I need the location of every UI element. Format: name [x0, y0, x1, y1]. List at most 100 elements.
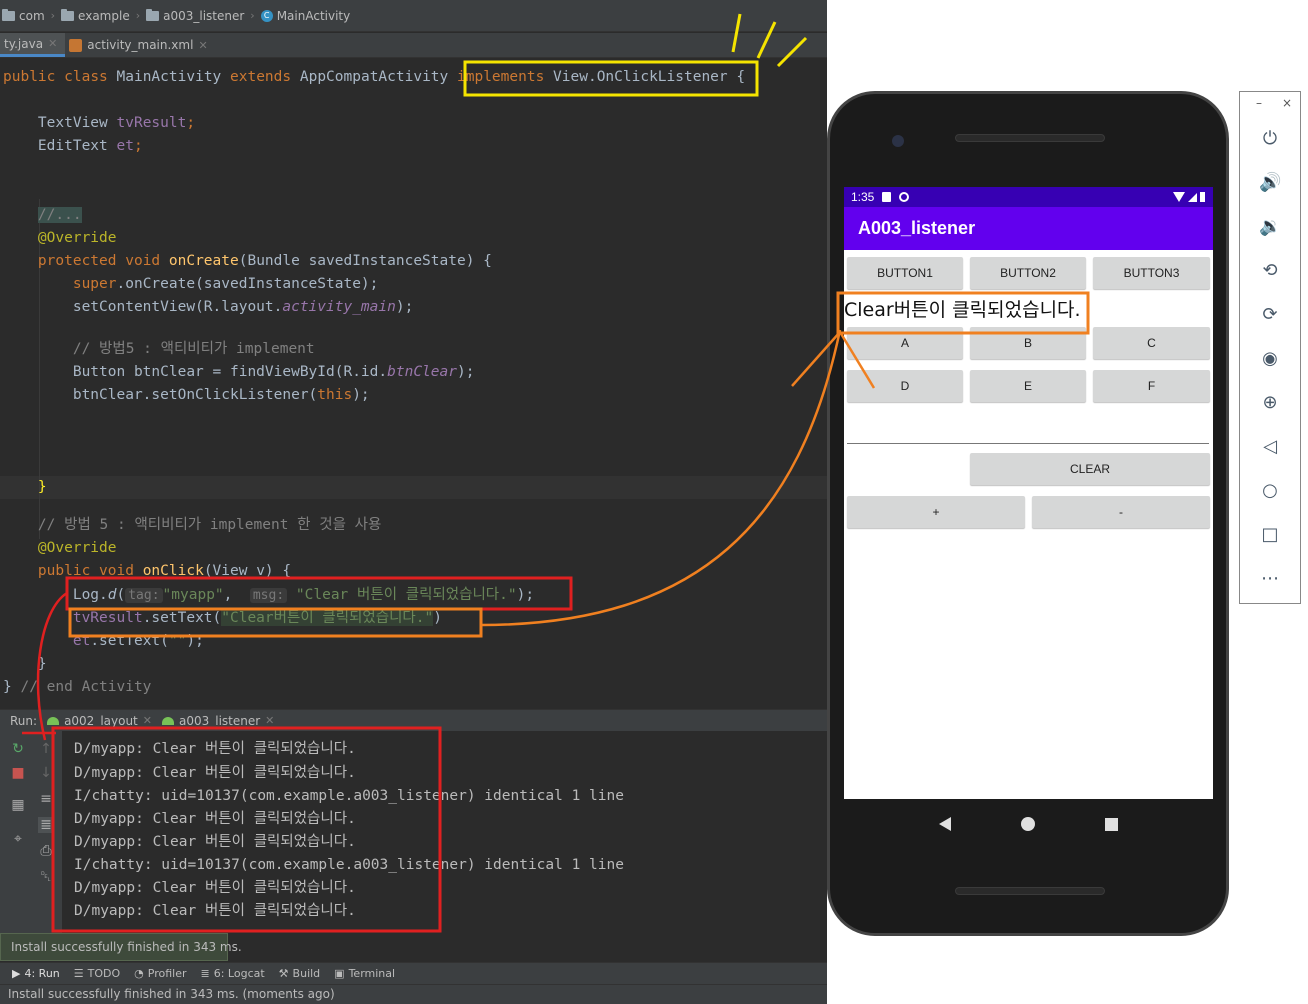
- android-icon: [47, 716, 60, 725]
- run-tab-a003-listener[interactable]: a003_listener ✕: [161, 714, 274, 728]
- button-c[interactable]: C: [1093, 327, 1210, 359]
- breadcrumb-item-a003-listener[interactable]: a003_listener: [146, 8, 244, 23]
- trash-icon[interactable]: ␡: [38, 869, 54, 885]
- code-line-setonclicklistener[interactable]: btnClear.setOnClickListener(this);: [3, 384, 370, 407]
- arrow-up-icon[interactable]: ↑: [38, 741, 54, 757]
- status-icons: [1173, 192, 1205, 202]
- code-line-settext-et[interactable]: et.setText("");: [3, 630, 204, 653]
- clear-button[interactable]: CLEAR: [970, 453, 1210, 485]
- console-line: D/myapp: Clear 버튼이 클릭되었습니다.: [74, 765, 356, 781]
- tool-todo[interactable]: ☰ TODO: [74, 967, 120, 980]
- print-icon[interactable]: ⎙: [38, 843, 54, 859]
- close-icon[interactable]: ×: [1282, 96, 1292, 110]
- run-tab-a002-layout[interactable]: a002_layout ✕: [47, 714, 152, 728]
- tool-run[interactable]: ▶ 4: Run: [12, 967, 60, 980]
- code-line-class-decl[interactable]: public class MainActivity extends AppCom…: [3, 66, 745, 89]
- code-line-comment-method5-use[interactable]: // 방법 5 : 액티비티가 implement 한 것을 사용: [3, 514, 381, 537]
- close-icon[interactable]: ✕: [198, 39, 207, 52]
- close-icon[interactable]: ✕: [48, 37, 57, 50]
- rerun-icon[interactable]: ↻: [10, 741, 26, 757]
- tool-terminal[interactable]: ▣ Terminal: [334, 967, 395, 980]
- button-f[interactable]: F: [1093, 370, 1210, 402]
- class-icon: C: [260, 9, 273, 22]
- list-icon: ☰: [73, 967, 84, 980]
- edittext-field[interactable]: [847, 443, 1209, 444]
- volume-up-icon[interactable]: 🔊: [1259, 172, 1281, 194]
- breadcrumb-label: MainActivity: [276, 8, 351, 23]
- code-line-field-tvresult[interactable]: TextView tvResult;: [3, 112, 195, 135]
- camera-icon[interactable]: ◉: [1259, 348, 1281, 370]
- code-line-close-class[interactable]: } // end Activity: [3, 676, 151, 699]
- breadcrumb-item-mainactivity[interactable]: C MainActivity: [260, 8, 351, 23]
- button3[interactable]: BUTTON3: [1093, 257, 1210, 289]
- install-toast[interactable]: Install successfully finished in 343 ms.: [0, 933, 242, 961]
- tool-window-bar: ▶ 4: Run ☰ TODO ◔ Profiler ≣ 6: Logcat ⚒ Buil…: [0, 962, 827, 984]
- close-icon[interactable]: ✕: [265, 714, 274, 727]
- code-line-override[interactable]: @Override: [3, 227, 117, 250]
- home-icon[interactable]: ○: [1259, 480, 1281, 502]
- layout-icon[interactable]: ▦: [10, 797, 26, 813]
- breadcrumb-item-com[interactable]: com: [2, 8, 45, 23]
- breadcrumb-label: example: [78, 8, 130, 23]
- rotate-left-icon[interactable]: ⟲: [1259, 260, 1281, 282]
- arrow-down-icon[interactable]: ↓: [38, 765, 54, 781]
- nav-back-icon[interactable]: [939, 817, 951, 831]
- code-line-super[interactable]: super.onCreate(savedInstanceState);: [3, 273, 379, 296]
- plus-button[interactable]: +: [847, 496, 1025, 528]
- wifi-icon: [1173, 192, 1185, 202]
- stop-icon[interactable]: ■: [10, 765, 26, 781]
- code-line-override-onclick[interactable]: @Override: [3, 537, 117, 560]
- button1[interactable]: BUTTON1: [847, 257, 963, 289]
- tool-logcat[interactable]: ≣ 6: Logcat: [201, 967, 265, 980]
- code-line-log[interactable]: Log.d(tag: "myapp", msg: "Clear 버튼이 클릭되었습…: [3, 584, 534, 607]
- back-icon[interactable]: ◁: [1259, 436, 1281, 458]
- tab-activity-main-xml[interactable]: activity_main.xml ✕: [65, 33, 215, 57]
- scroll-to-end-icon[interactable]: ≣: [38, 817, 54, 833]
- code-line-onclick[interactable]: public void onClick(View v) {: [3, 560, 291, 583]
- nav-home-icon[interactable]: [1021, 817, 1035, 831]
- tool-profiler[interactable]: ◔ Profiler: [134, 967, 186, 980]
- soft-wrap-icon[interactable]: ≡: [38, 791, 54, 807]
- chevron-right-icon: ›: [135, 9, 141, 22]
- button-e[interactable]: E: [970, 370, 1086, 402]
- button-d[interactable]: D: [847, 370, 963, 402]
- tool-build[interactable]: ⚒ Build: [279, 967, 321, 980]
- volume-down-icon[interactable]: 🔉: [1259, 216, 1281, 238]
- code-line-setcontentview[interactable]: setContentView(R.layout.activity_main);: [3, 296, 413, 319]
- code-line-settext-result[interactable]: tvResult.setText("Clear버튼이 클릭되었습니다."): [3, 607, 442, 630]
- param-hint-msg: msg:: [249, 588, 288, 603]
- tab-mainactivity-java[interactable]: ty.java ✕: [0, 33, 66, 57]
- param-hint-tag: tag:: [125, 588, 163, 603]
- minus-button[interactable]: -: [1032, 496, 1210, 528]
- nav-overview-icon[interactable]: [1105, 817, 1118, 831]
- code-line-findviewbyid[interactable]: Button btnClear = findViewById(R.id.btnC…: [3, 361, 475, 384]
- code-line-folded-region[interactable]: //...: [3, 204, 82, 227]
- hammer-icon: ⚒: [278, 967, 289, 980]
- run-console[interactable]: D/myapp: Clear 버튼이 클릭되었습니다. D/myapp: Cle…: [62, 731, 827, 961]
- zoom-icon[interactable]: ⊕: [1259, 392, 1281, 414]
- breadcrumb-item-example[interactable]: example: [61, 8, 130, 23]
- button-b[interactable]: B: [970, 327, 1086, 359]
- sd-card-icon: [882, 192, 892, 202]
- more-icon[interactable]: ⋯: [1259, 568, 1281, 590]
- close-icon[interactable]: ✕: [143, 714, 152, 727]
- code-line-close-oncreate[interactable]: }: [3, 476, 47, 499]
- code-line-close-onclick[interactable]: }: [3, 653, 47, 676]
- button2[interactable]: BUTTON2: [970, 257, 1086, 289]
- pin-icon[interactable]: ⌖: [10, 831, 26, 847]
- folder-icon: [146, 8, 160, 21]
- device-screen[interactable]: 1:35 A003_listener BUTTON1 BUTTON2 BUTTO…: [844, 187, 1213, 799]
- run-label: Run:: [10, 713, 38, 728]
- code-line-comment-method5[interactable]: // 방법5 : 액티비티가 implement: [3, 338, 315, 361]
- rotate-right-icon[interactable]: ⟳: [1259, 304, 1281, 326]
- console-line: D/myapp: Clear 버튼이 클릭되었습니다.: [74, 903, 356, 919]
- button-a[interactable]: A: [847, 327, 963, 359]
- top-speaker: [955, 134, 1105, 142]
- overview-icon[interactable]: □: [1259, 524, 1281, 546]
- code-line-oncreate[interactable]: protected void onCreate(Bundle savedInst…: [3, 250, 492, 273]
- code-line-field-et[interactable]: EditText et;: [3, 135, 143, 158]
- android-icon: [161, 716, 174, 725]
- power-icon[interactable]: ⏻: [1259, 128, 1281, 150]
- minimize-icon[interactable]: –: [1256, 96, 1262, 110]
- code-editor[interactable]: public class MainActivity extends AppCom…: [0, 59, 827, 709]
